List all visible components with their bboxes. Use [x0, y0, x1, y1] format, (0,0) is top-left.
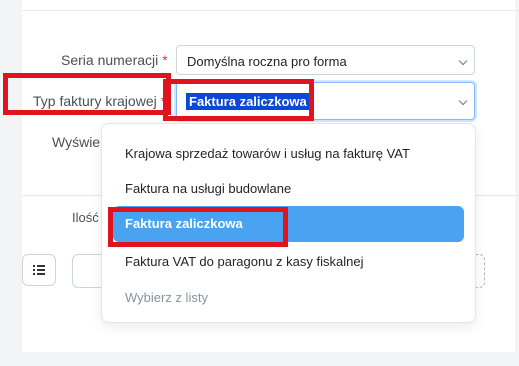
- dropdown-option-placeholder[interactable]: Wybierz z listy: [113, 280, 464, 316]
- list-button[interactable]: [22, 254, 56, 286]
- numbering-series-value: Domyślna roczna pro forma: [187, 54, 347, 69]
- quantity-column-header: Ilość: [72, 210, 99, 225]
- dropdown-option-label: Wybierz z listy: [125, 290, 208, 305]
- required-mark: *: [162, 52, 168, 68]
- numbering-series-label: Seria numeracji *: [61, 52, 168, 68]
- chevron-down-icon: [458, 56, 468, 66]
- dropdown-option-label: Faktura na usługi budowlane: [125, 181, 292, 196]
- annotation-box-label: [3, 73, 171, 115]
- chevron-down-icon: [458, 96, 468, 106]
- dropdown-option[interactable]: Faktura VAT do paragonu z kasy fiskalnej: [113, 244, 464, 280]
- annotation-box-select: [163, 79, 314, 121]
- dropdown-option-label: Faktura VAT do paragonu z kasy fiskalnej: [125, 254, 364, 269]
- numbering-series-select[interactable]: Domyślna roczna pro forma: [176, 45, 475, 75]
- numbering-series-label-text: Seria numeracji: [61, 52, 159, 68]
- list-icon: [33, 265, 45, 275]
- dropdown-option[interactable]: Krajowa sprzedaż towarów i usług na fakt…: [113, 136, 464, 172]
- dropdown-option-label: Krajowa sprzedaż towarów i usług na fakt…: [125, 146, 410, 161]
- annotation-box-option: [108, 207, 288, 247]
- top-divider: [22, 10, 519, 11]
- display-label: Wyświe: [52, 134, 101, 150]
- dropdown-option[interactable]: Faktura na usługi budowlane: [113, 171, 464, 207]
